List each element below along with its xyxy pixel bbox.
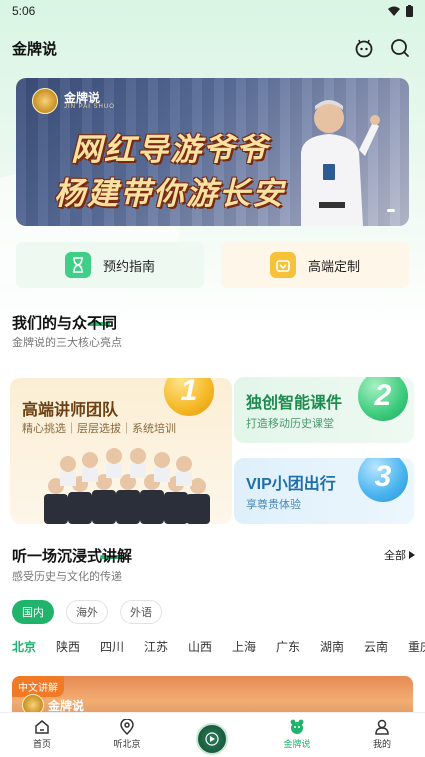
feature-card-subtitle: 享尊贵体验 (246, 499, 301, 511)
search-icon[interactable] (389, 37, 411, 59)
features-subtitle: 金牌说的三大核心亮点 (12, 337, 122, 349)
banner-logo-text: 金牌说 (64, 90, 101, 105)
bottom-tab-bar: 首页 听北京 金牌说 我的 (0, 712, 425, 757)
features-title: 我们的与众不同 (12, 315, 118, 332)
province-tab[interactable]: 江苏 (144, 638, 168, 655)
province-tabs: 北京 陕西 四川 江苏 山西 上海 广东 湖南 云南 重庆 (0, 638, 425, 658)
tab-label: 听北京 (113, 739, 141, 749)
province-tab[interactable]: 云南 (364, 638, 388, 655)
premium-custom-label: 高端定制 (307, 258, 360, 274)
guide-photo (301, 100, 380, 226)
feature-card-title: VIP小团出行 (246, 476, 336, 493)
province-tab[interactable]: 广东 (276, 638, 300, 655)
location-icon (120, 719, 134, 735)
feature-card-vip-group[interactable]: VIP小团出行 享尊贵体验 3 (234, 458, 414, 524)
province-tab[interactable]: 四川 (100, 638, 124, 655)
promo-banner[interactable]: 金牌说 JIN PAI SHUO 网红导游爷爷 杨建带你游长安 (16, 78, 409, 226)
province-tab[interactable]: 山西 (188, 638, 212, 655)
province-tab[interactable]: 陕西 (56, 638, 80, 655)
wifi-icon (388, 6, 400, 16)
feature-card-lecturers[interactable]: 高端讲师团队 精心挑选｜层层选拔｜系统培训 1 (10, 378, 232, 524)
booking-guide-button[interactable]: 预约指南 (16, 242, 204, 288)
home-icon (35, 720, 49, 734)
tab-jinpaishuo[interactable]: 金牌说 (267, 719, 327, 750)
listen-subtitle: 感受历史与文化的传递 (12, 571, 122, 583)
number-badge-1: 1 (164, 378, 214, 416)
feature-card-title: 独创智能课件 (246, 395, 343, 412)
view-all-link[interactable]: 全部 (384, 547, 415, 563)
gift-box-icon (269, 252, 296, 278)
banner-logo-sub: JIN PAI SHUO (64, 104, 115, 111)
feature-card-subtitle: 精心挑选｜层层选拔｜系统培训 (22, 423, 176, 435)
user-icon (375, 719, 389, 735)
province-tab[interactable]: 上海 (232, 638, 256, 655)
caret-right-icon (409, 551, 415, 559)
number-badge-2: 2 (358, 377, 408, 421)
battery-icon (406, 5, 413, 17)
tab-label: 首页 (32, 739, 51, 749)
chip-foreign-language[interactable]: 外语 (120, 600, 162, 624)
feature-card-title: 高端讲师团队 (22, 402, 119, 419)
status-bar: 5:06 (0, 0, 425, 22)
booking-guide-label: 预约指南 (102, 258, 155, 274)
hourglass-icon (64, 252, 91, 278)
banner-headline-1: 网红导游爷爷 (71, 132, 269, 167)
app-header: 金牌说 (0, 30, 425, 66)
header-actions (353, 37, 411, 59)
app-title: 金牌说 (12, 40, 58, 58)
tab-listen-beijing[interactable]: 听北京 (97, 719, 157, 750)
center-play-button[interactable] (196, 723, 228, 755)
banner-headline-2: 杨建带你游长安 (54, 176, 285, 211)
province-tab[interactable]: 湖南 (320, 638, 344, 655)
tab-mine[interactable]: 我的 (352, 719, 412, 750)
tab-label: 我的 (372, 739, 391, 749)
banner-indicator (387, 209, 395, 212)
bear-icon (290, 719, 304, 734)
tab-home[interactable]: 首页 (12, 719, 72, 750)
premium-custom-button[interactable]: 高端定制 (221, 242, 409, 288)
lecturers-group-photo (44, 448, 210, 524)
status-time: 5:06 (12, 4, 36, 18)
status-icons (388, 4, 413, 18)
listen-title: 听一场沉浸式讲解 (12, 548, 133, 565)
chip-domestic[interactable]: 国内 (12, 600, 54, 624)
province-tab[interactable]: 北京 (12, 638, 36, 655)
logo-emblem-icon (32, 88, 58, 114)
tab-label: 金牌说 (283, 739, 311, 749)
banner-logo: 金牌说 JIN PAI SHUO (32, 88, 115, 114)
play-icon (205, 732, 219, 746)
chip-overseas[interactable]: 海外 (66, 600, 108, 624)
feature-card-subtitle: 打造移动历史课堂 (246, 418, 334, 430)
feature-card-courseware[interactable]: 独创智能课件 打造移动历史课堂 2 (234, 377, 414, 443)
robot-service-icon[interactable] (353, 37, 375, 59)
view-all-label: 全部 (384, 550, 406, 562)
video-logo-text: 金牌说 (48, 698, 85, 713)
number-badge-3: 3 (358, 458, 408, 502)
province-tab[interactable]: 重庆 (408, 638, 425, 655)
